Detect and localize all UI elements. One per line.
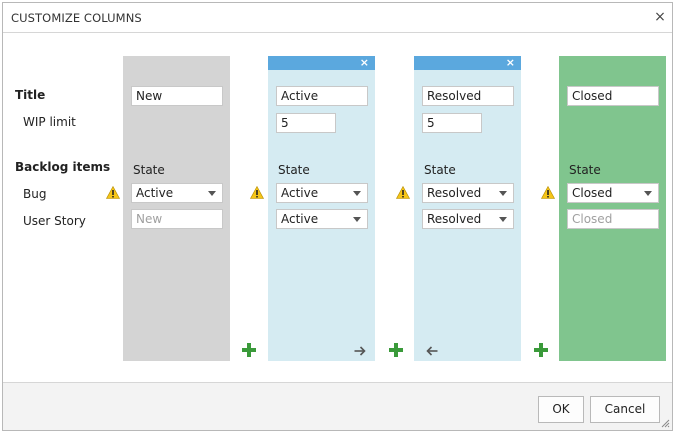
warning-icon — [106, 186, 120, 199]
arrow-left-icon[interactable] — [426, 346, 438, 356]
column-header-bar: × — [268, 56, 375, 70]
column-name-input[interactable]: Resolved — [422, 86, 514, 106]
bug-state-value: Active — [136, 186, 174, 200]
title-row-label: Title — [15, 88, 46, 102]
dialog-title: CUSTOMIZE COLUMNS — [11, 11, 142, 25]
column-name-input[interactable]: Closed — [567, 86, 659, 106]
chevron-down-icon — [353, 217, 361, 222]
story-state-field: New — [131, 209, 223, 229]
bug-state-select[interactable]: Resolved — [422, 183, 514, 203]
bug-state-select[interactable]: Closed — [567, 183, 659, 203]
chevron-down-icon — [644, 191, 652, 196]
wip-limit-input[interactable]: 5 — [422, 113, 482, 133]
customize-columns-dialog: CUSTOMIZE COLUMNS × Title WIP limit Back… — [2, 2, 673, 431]
bug-state-select[interactable]: Active — [276, 183, 368, 203]
column-name-input[interactable]: Active — [276, 86, 368, 106]
warning-icon — [541, 186, 555, 199]
resize-grip-icon[interactable] — [660, 418, 670, 428]
column-new: New State Active New — [123, 56, 230, 361]
chevron-down-icon — [499, 191, 507, 196]
wip-limit-row-label: WIP limit — [23, 115, 76, 129]
state-label: State — [133, 163, 165, 177]
wip-limit-input[interactable]: 5 — [276, 113, 336, 133]
story-state-value: Active — [281, 212, 319, 226]
add-column-plus-icon[interactable] — [242, 343, 256, 357]
state-label: State — [278, 163, 310, 177]
user-story-row-label: User Story — [23, 214, 86, 228]
chevron-down-icon — [353, 191, 361, 196]
bug-state-value: Active — [281, 186, 319, 200]
story-state-value: Resolved — [427, 212, 482, 226]
bug-state-value: Closed — [572, 186, 613, 200]
bug-state-value: Resolved — [427, 186, 482, 200]
bug-row-label: Bug — [23, 187, 47, 201]
column-active: × Active 5 State Active Active — [268, 56, 375, 361]
story-state-select[interactable]: Resolved — [422, 209, 514, 229]
story-state-field: Closed — [567, 209, 659, 229]
cancel-button[interactable]: Cancel — [590, 396, 660, 423]
ok-button[interactable]: OK — [538, 396, 584, 423]
bug-state-select[interactable]: Active — [131, 183, 223, 203]
warning-icon — [250, 186, 264, 199]
column-closed: Closed State Closed Closed — [559, 56, 666, 361]
dialog-titlebar: CUSTOMIZE COLUMNS × — [3, 3, 672, 33]
warning-icon — [396, 186, 410, 199]
chevron-down-icon — [208, 191, 216, 196]
state-label: State — [569, 163, 601, 177]
close-dialog-button[interactable]: × — [653, 9, 667, 25]
arrow-right-icon[interactable] — [354, 346, 366, 356]
chevron-down-icon — [499, 217, 507, 222]
add-column-plus-icon[interactable] — [389, 343, 403, 357]
backlog-items-label: Backlog items — [15, 160, 111, 174]
column-name-input[interactable]: New — [131, 86, 223, 106]
remove-column-button[interactable]: × — [360, 56, 369, 70]
state-label: State — [424, 163, 456, 177]
dialog-footer: OK Cancel — [3, 382, 672, 430]
column-header-bar: × — [414, 56, 521, 70]
story-state-select[interactable]: Active — [276, 209, 368, 229]
remove-column-button[interactable]: × — [506, 56, 515, 70]
add-column-plus-icon[interactable] — [534, 343, 548, 357]
column-resolved: × Resolved 5 State Resolved Resolved — [414, 56, 521, 361]
